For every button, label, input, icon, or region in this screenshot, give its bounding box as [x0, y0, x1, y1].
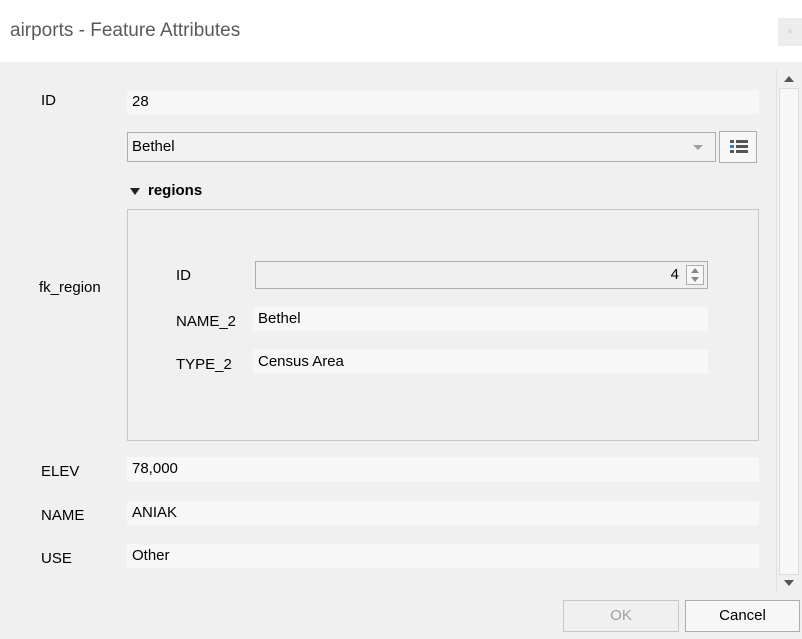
window-title: airports - Feature Attributes — [10, 20, 241, 41]
sub-type-2-field[interactable]: Census Area — [253, 350, 708, 374]
close-icon: × — [786, 26, 794, 38]
sub-type-2-label: TYPE_2 — [176, 356, 232, 373]
cancel-button[interactable]: Cancel — [685, 600, 800, 632]
sub-id-label: ID — [176, 267, 191, 284]
sub-name-2-label: NAME_2 — [176, 313, 237, 330]
spin-down-icon[interactable] — [691, 277, 699, 282]
regions-group-title: regions — [148, 182, 203, 199]
elev-label: ELEV — [41, 463, 80, 480]
scroll-down-icon[interactable] — [784, 580, 794, 586]
fk-region-label: fk_region — [39, 279, 101, 296]
close-button[interactable]: × — [778, 18, 802, 46]
title-bar: airports - Feature Attributes × — [0, 0, 802, 62]
fk-region-combo-value: Bethel — [132, 138, 175, 155]
id-field[interactable]: 28 — [127, 90, 759, 114]
sub-id-value: 4 — [670, 266, 679, 283]
fk-region-combo[interactable]: Bethel — [127, 132, 716, 162]
spin-buttons[interactable] — [686, 265, 704, 285]
scroll-up-icon[interactable] — [784, 76, 794, 82]
sub-name-2-field[interactable]: Bethel — [253, 307, 708, 331]
spin-up-icon[interactable] — [691, 268, 699, 273]
regions-group-toggle[interactable]: regions — [130, 182, 202, 199]
triangle-down-icon — [130, 187, 140, 195]
vertical-scrollbar[interactable] — [776, 70, 801, 593]
sub-id-spinbox[interactable]: 4 — [255, 261, 708, 289]
ok-button[interactable]: OK — [563, 600, 679, 632]
open-form-button[interactable] — [719, 131, 757, 163]
id-label: ID — [41, 92, 56, 109]
use-field[interactable]: Other — [127, 544, 759, 568]
elev-field[interactable]: 78,000 — [127, 457, 759, 481]
name-label: NAME — [41, 507, 85, 524]
scrollbar-thumb[interactable] — [779, 88, 799, 575]
chevron-down-icon[interactable] — [693, 145, 703, 150]
name-field[interactable]: ANIAK — [127, 501, 759, 525]
list-form-icon — [730, 140, 748, 153]
use-label: USE — [41, 550, 72, 567]
